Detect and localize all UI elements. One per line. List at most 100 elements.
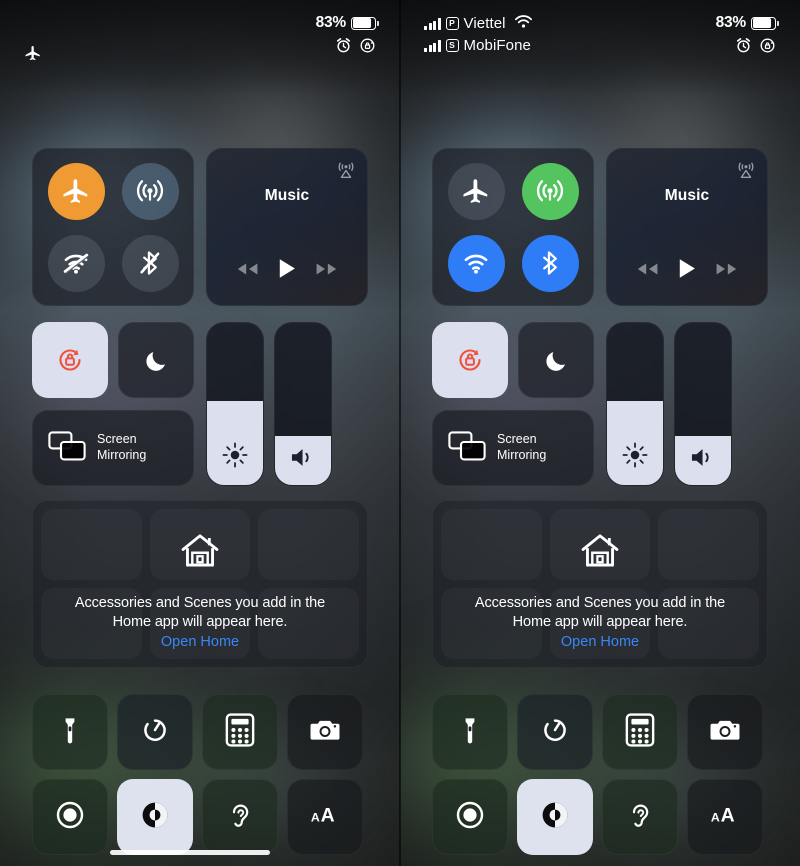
status-bar-right: 83% <box>316 14 379 54</box>
airplane-toggle[interactable] <box>447 162 505 220</box>
timer-icon <box>140 715 170 750</box>
shortcut-dark-mode[interactable] <box>117 779 193 855</box>
shortcut-screen-record[interactable] <box>432 779 508 855</box>
screen-mirroring-label: Screen Mirroring <box>97 432 147 462</box>
screen-mirroring-icon <box>48 430 86 466</box>
open-home-link[interactable]: Open Home <box>561 634 639 650</box>
screen-mirroring-button[interactable]: Screen Mirroring <box>32 410 194 486</box>
signal-bars-icon <box>424 39 441 52</box>
shortcut-row: A A <box>32 779 368 855</box>
shortcut-calculator[interactable] <box>202 694 278 770</box>
screen-mirroring-button[interactable]: Screen Mirroring <box>432 410 594 486</box>
battery-indicator: 83% <box>716 14 779 32</box>
volume-slider[interactable] <box>674 322 732 486</box>
control-center-panel-right: P Viettel S MobiFone 83% Music Screen Mi… <box>400 0 800 866</box>
shortcut-timer[interactable] <box>117 694 193 770</box>
status-bar-right: 83% <box>716 14 779 54</box>
home-house-icon <box>578 529 622 578</box>
status-bar: 83% <box>0 0 400 62</box>
airplay-icon[interactable] <box>335 158 357 185</box>
camera-icon <box>710 718 740 747</box>
play-button[interactable] <box>677 258 696 279</box>
shortcut-camera[interactable] <box>287 694 363 770</box>
forward-button[interactable] <box>714 261 740 277</box>
shortcut-flashlight[interactable] <box>32 694 108 770</box>
rewind-button[interactable] <box>634 261 660 277</box>
rewind-button[interactable] <box>234 261 260 277</box>
bluetooth-icon <box>135 248 165 278</box>
wifi-toggle[interactable] <box>47 234 105 292</box>
airplane-icon <box>461 176 491 206</box>
airplane-toggle[interactable] <box>47 162 105 220</box>
hearing-ear-icon <box>625 800 655 835</box>
svg-text:A: A <box>311 811 320 825</box>
bluetooth-icon <box>535 248 565 278</box>
flashlight-icon <box>455 715 485 750</box>
battery-icon <box>751 16 779 30</box>
do-not-disturb-toggle[interactable] <box>118 322 194 398</box>
rotation-lock-toggle[interactable] <box>32 322 108 398</box>
do-not-disturb-toggle[interactable] <box>518 322 594 398</box>
shortcut-text-size[interactable]: A A <box>687 779 763 855</box>
sim-badge: P <box>445 17 459 30</box>
screen-mirroring-label: Screen Mirroring <box>497 432 547 462</box>
forward-button[interactable] <box>314 261 340 277</box>
home-module: Accessories and Scenes you add in the Ho… <box>32 500 368 668</box>
status-bar-left <box>24 14 42 62</box>
playback-controls <box>607 258 767 279</box>
cellular-icon <box>133 174 167 208</box>
wifi-icon <box>60 247 92 279</box>
shortcut-text-size[interactable]: A A <box>287 779 363 855</box>
shortcut-timer[interactable] <box>517 694 593 770</box>
brightness-icon <box>207 441 263 469</box>
status-extra-icons <box>335 37 376 54</box>
brightness-icon <box>607 441 663 469</box>
shortcut-hearing[interactable] <box>602 779 678 855</box>
rotation-lock-icon <box>32 322 108 398</box>
control-center: Music Screen Mirroring Accessories and S… <box>400 0 800 866</box>
connectivity-module <box>32 148 194 306</box>
screen-record-icon <box>455 800 485 835</box>
svg-text:A: A <box>721 805 735 826</box>
shortcut-hearing[interactable] <box>202 779 278 855</box>
shortcut-row: A A <box>432 779 768 855</box>
carrier-name: MobiFone <box>463 37 532 54</box>
flashlight-icon <box>55 715 85 750</box>
shortcut-camera[interactable] <box>687 694 763 770</box>
shortcuts-grid: A A <box>432 694 768 864</box>
screen-record-icon <box>55 800 85 835</box>
cellular-toggle[interactable] <box>521 162 579 220</box>
dark-mode-icon <box>140 800 170 835</box>
shortcut-calculator[interactable] <box>602 694 678 770</box>
volume-slider[interactable] <box>274 322 332 486</box>
status-extra-icons <box>735 37 776 54</box>
timer-icon <box>540 715 570 750</box>
shortcut-flashlight[interactable] <box>432 694 508 770</box>
now-playing-module[interactable]: Music <box>206 148 368 306</box>
now-playing-module[interactable]: Music <box>606 148 768 306</box>
play-button[interactable] <box>277 258 296 279</box>
airplay-icon[interactable] <box>735 158 757 185</box>
control-center: Music Screen Mirroring Accessories and S… <box>0 0 400 866</box>
moon-icon <box>119 323 193 397</box>
brightness-slider[interactable] <box>606 322 664 486</box>
wifi-icon <box>460 247 492 279</box>
shortcut-dark-mode[interactable] <box>517 779 593 855</box>
shortcut-row <box>432 694 768 770</box>
connectivity-module <box>432 148 594 306</box>
home-empty-text: Accessories and Scenes you add in the Ho… <box>74 595 326 631</box>
home-house-icon <box>178 529 222 578</box>
bluetooth-toggle[interactable] <box>521 234 579 292</box>
shortcut-screen-record[interactable] <box>32 779 108 855</box>
cellular-toggle[interactable] <box>121 162 179 220</box>
rotation-lock-status-icon <box>359 37 376 54</box>
rotation-lock-toggle[interactable] <box>432 322 508 398</box>
battery-indicator: 83% <box>316 14 379 32</box>
bluetooth-toggle[interactable] <box>121 234 179 292</box>
brightness-slider[interactable] <box>206 322 264 486</box>
alarm-clock-icon <box>335 37 352 54</box>
wifi-toggle[interactable] <box>447 234 505 292</box>
open-home-link[interactable]: Open Home <box>161 634 239 650</box>
battery-icon <box>351 16 379 30</box>
home-indicator[interactable] <box>110 850 270 855</box>
